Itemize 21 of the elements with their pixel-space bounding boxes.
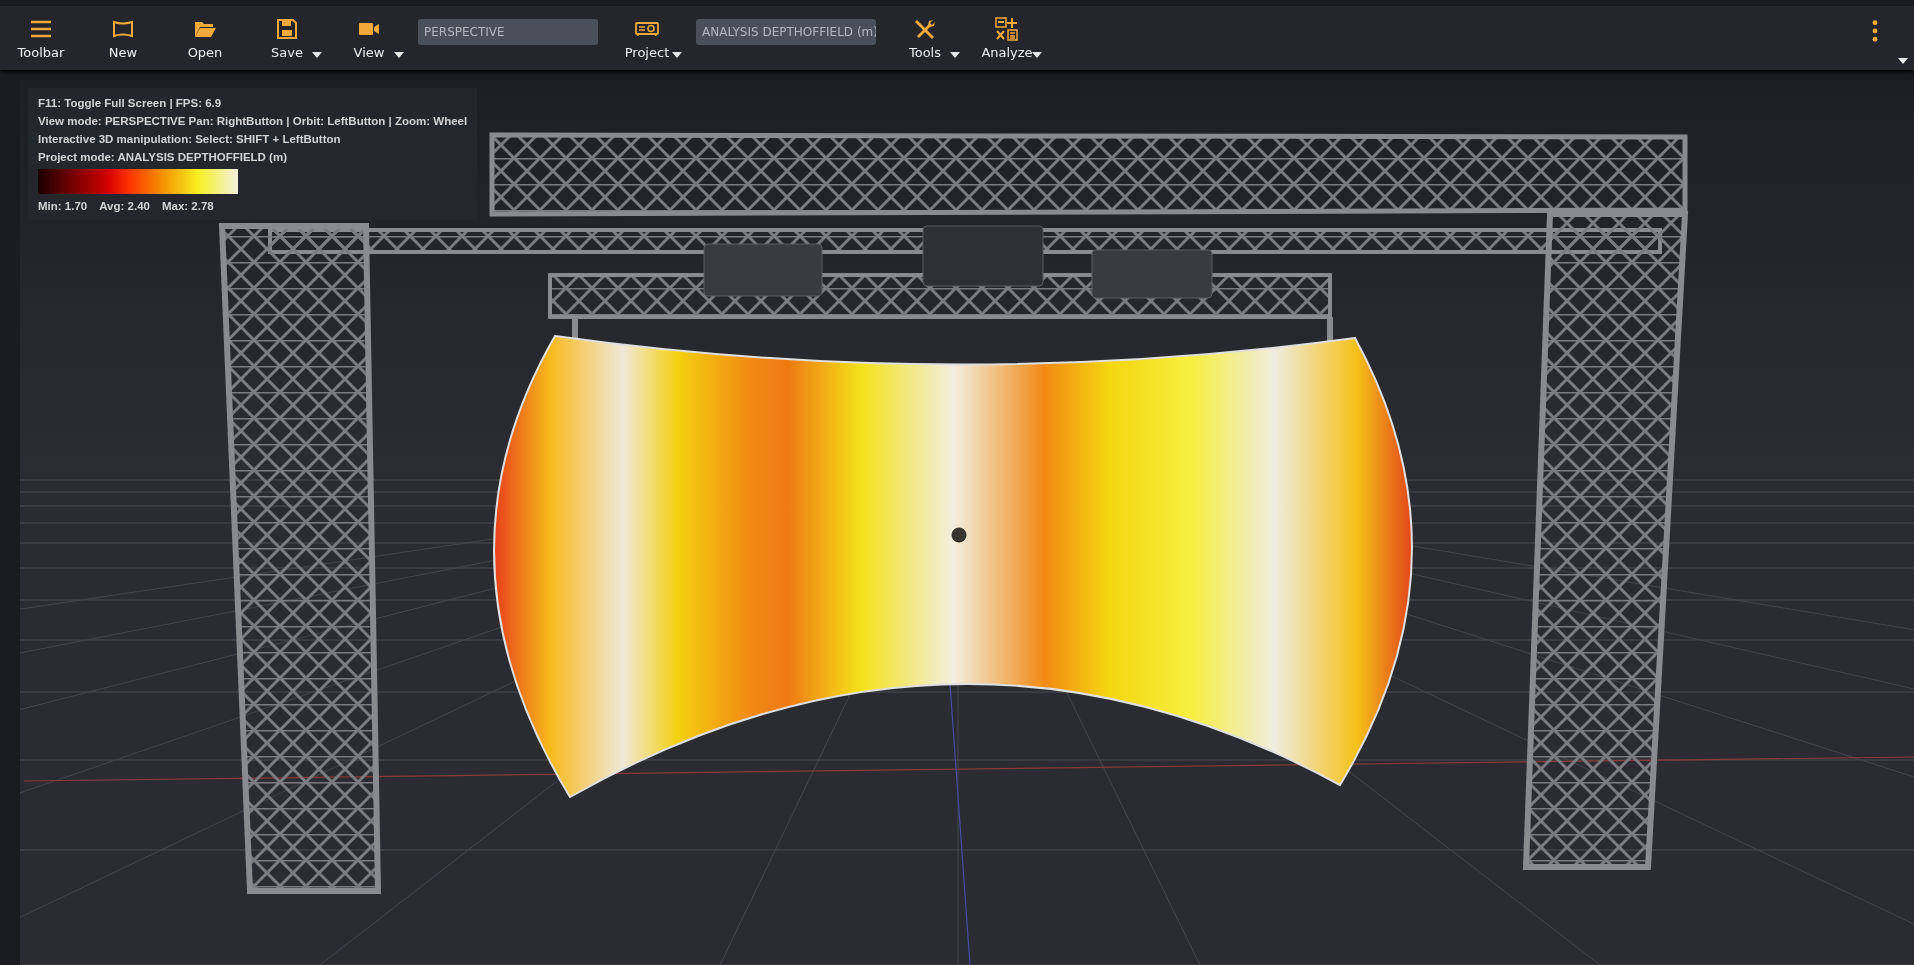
stat-text: Avg: 2.40 [99, 200, 150, 212]
calculator-icon [995, 16, 1019, 41]
toolbar-button[interactable]: Tools [884, 8, 966, 68]
sphere-marker [951, 527, 967, 543]
toolbar-button[interactable]: New [82, 8, 164, 68]
info-text: Project mode: ANALYSIS DEPTHOFFIELD (m) [38, 151, 288, 163]
toolbar-button[interactable]: Analyze [966, 8, 1048, 68]
toolbar-button[interactable]: Save [246, 8, 328, 68]
stat-text: Min: 1.70 [38, 200, 88, 212]
info-text: View mode: PERSPECTIVE Pan: RightButton | Orbit: LeftButton | Zoom: Wheel [38, 115, 468, 127]
save-icon [275, 16, 299, 41]
info-text: F11: Toggle Full Screen | FPS: 6.9 [38, 97, 223, 109]
caret-icon[interactable] [1898, 58, 1908, 64]
toolbar-button[interactable]: View [328, 8, 410, 68]
toolbar-button[interactable]: Project [606, 8, 688, 68]
info-text: Interactive 3D manipulation: Select: SHIFT + LeftButton [38, 133, 342, 145]
more-options-icon[interactable] [1872, 20, 1878, 42]
text-field[interactable]: PERSPECTIVE [418, 19, 598, 45]
stat-text: Max: 2.78 [161, 200, 214, 212]
toolbar-button[interactable]: Open [164, 8, 246, 68]
toolbar-button[interactable]: Toolbar [0, 8, 82, 68]
